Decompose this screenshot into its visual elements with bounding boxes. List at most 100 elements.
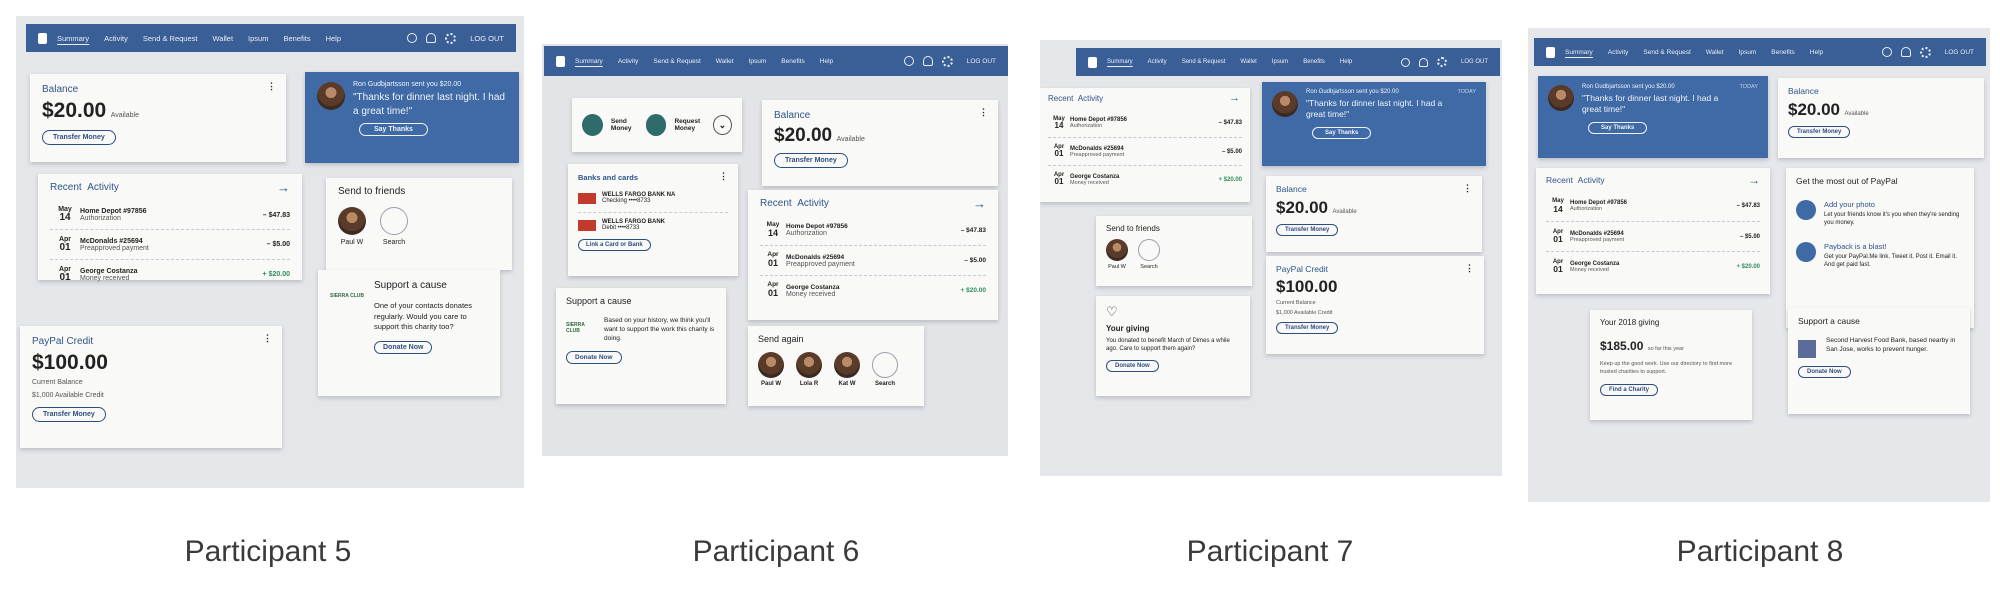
friend-search[interactable]: Search	[872, 352, 898, 387]
nav-send-request[interactable]: Send & Request	[1643, 49, 1690, 56]
gear-icon[interactable]	[1436, 57, 1447, 67]
friend-search[interactable]: Search	[1138, 239, 1160, 270]
nav-ipsum[interactable]: Ipsum	[1739, 49, 1757, 56]
nav-benefits[interactable]: Benefits	[1771, 49, 1795, 56]
nav-help[interactable]: Help	[326, 34, 341, 43]
table-row[interactable]: Apr 01 McDonalds #25694 Preapproved paymen…	[760, 245, 986, 275]
logout-link[interactable]: LOG OUT	[1945, 49, 1974, 56]
friend-kat[interactable]: Kat W	[834, 352, 860, 387]
table-row[interactable]: Apr 01 McDonalds #25694 Preapproved paymen…	[50, 229, 290, 259]
send-icon[interactable]	[582, 114, 603, 136]
donate-now-button[interactable]: Donate Now	[374, 340, 433, 354]
nav-send-request[interactable]: Send & Request	[653, 58, 700, 65]
giving-text: You donated to benefit March of Dimes a …	[1106, 338, 1230, 353]
nav-wallet[interactable]: Wallet	[716, 58, 734, 65]
nav-send-request[interactable]: Send & Request	[1182, 59, 1226, 65]
arrow-right-icon[interactable]: →	[1748, 173, 1760, 187]
nav-help[interactable]: Help	[1810, 49, 1823, 56]
recent-activity-card: Recent Activity → May 14 Home Depot #9785…	[748, 190, 998, 320]
more-menu-icon[interactable]: ⋮	[1463, 183, 1472, 194]
nav-activity[interactable]: Activity	[1148, 59, 1167, 65]
nav-summary[interactable]: Summary	[575, 58, 603, 65]
more-menu-icon[interactable]: ⋮	[263, 333, 272, 344]
donate-now-button[interactable]: Donate Now	[566, 351, 622, 365]
find-charity-button[interactable]: Find a Charity	[1600, 384, 1659, 397]
nav-ipsum[interactable]: Ipsum	[749, 58, 767, 65]
gear-icon[interactable]	[941, 55, 953, 67]
gear-icon[interactable]	[445, 32, 457, 44]
logout-link[interactable]: LOG OUT	[470, 34, 504, 43]
more-menu-icon[interactable]: ⋮	[267, 81, 276, 92]
arrow-right-icon[interactable]: →	[277, 180, 290, 195]
nav-activity[interactable]: Activity	[618, 58, 639, 65]
request-money-button[interactable]: Request Money	[674, 118, 704, 132]
logout-link[interactable]: LOG OUT	[1461, 59, 1488, 65]
more-menu-icon[interactable]: ⋮	[979, 107, 988, 118]
tip-heading[interactable]: Add your photo	[1824, 200, 1964, 209]
transfer-money-button[interactable]: Transfer Money	[1788, 126, 1851, 138]
table-row[interactable]: May 14 Home Depot #97856 Authorization – $…	[50, 201, 290, 229]
transfer-money-button[interactable]: Transfer Money	[774, 153, 848, 168]
nav-summary[interactable]: Summary	[57, 34, 89, 43]
chevron-down-icon[interactable]: ⌄	[712, 115, 732, 135]
more-menu-icon[interactable]: ⋮	[1465, 263, 1474, 274]
transfer-money-button[interactable]: Transfer Money	[32, 407, 106, 422]
table-row[interactable]: May 14 Home Depot #97856 Authorization – $…	[760, 215, 986, 245]
request-icon[interactable]	[645, 114, 667, 136]
nav-send-request[interactable]: Send & Request	[143, 34, 198, 43]
bell-icon[interactable]	[426, 33, 437, 43]
search-icon[interactable]	[1881, 47, 1892, 57]
transfer-money-button[interactable]: Transfer Money	[42, 130, 116, 145]
table-row[interactable]: Apr 01 George Costanza Money received + $2…	[1546, 251, 1760, 281]
link-card-bank-button[interactable]: Link a Card or Bank	[578, 239, 651, 251]
send-money-button[interactable]: Send Money	[611, 118, 638, 132]
say-thanks-button[interactable]: Say Thanks	[1312, 126, 1372, 139]
donate-now-button[interactable]: Donate Now	[1798, 366, 1851, 378]
search-icon[interactable]	[903, 56, 914, 66]
table-row[interactable]: Apr 01 George Costanza Money received + $2…	[760, 275, 986, 305]
logout-link[interactable]: LOG OUT	[967, 58, 996, 65]
search-icon[interactable]	[1400, 57, 1410, 67]
table-row[interactable]: May 14 Home Depot #97856 Authorization – $…	[1048, 109, 1242, 137]
friend-search[interactable]: Search	[380, 207, 408, 246]
nav-benefits[interactable]: Benefits	[781, 58, 805, 65]
table-row[interactable]: Apr 01 George Costanza Money received + $2…	[50, 259, 290, 289]
nav-summary[interactable]: Summary	[1565, 49, 1593, 56]
transfer-money-button[interactable]: Transfer Money	[1276, 322, 1339, 334]
nav-wallet[interactable]: Wallet	[1240, 59, 1256, 65]
say-thanks-button[interactable]: Say Thanks	[1588, 121, 1648, 134]
friends-title: Send to friends	[1106, 224, 1160, 233]
nav-help[interactable]: Help	[820, 58, 833, 65]
nav-benefits[interactable]: Benefits	[283, 34, 310, 43]
table-row[interactable]: Apr 01 McDonalds #25694 Preapproved paymen…	[1048, 137, 1242, 165]
gear-icon[interactable]	[1919, 46, 1931, 58]
bell-icon[interactable]	[1900, 47, 1911, 57]
nav-wallet[interactable]: Wallet	[1706, 49, 1724, 56]
nav-help[interactable]: Help	[1340, 59, 1352, 65]
transfer-money-button[interactable]: Transfer Money	[1276, 224, 1339, 236]
nav-summary[interactable]: Summary	[1107, 59, 1133, 65]
say-thanks-button[interactable]: Say Thanks	[359, 123, 428, 136]
nav-activity[interactable]: Activity	[104, 34, 128, 43]
nav-ipsum[interactable]: Ipsum	[248, 34, 268, 43]
nav-benefits[interactable]: Benefits	[1303, 59, 1325, 65]
friend-lola[interactable]: Lola R	[796, 352, 822, 387]
friend-paul[interactable]: Paul W	[1106, 239, 1128, 270]
table-row[interactable]: Apr 01 George Costanza Money received + $2…	[1048, 165, 1242, 193]
search-icon[interactable]	[407, 33, 418, 43]
arrow-right-icon[interactable]: →	[973, 196, 986, 211]
tip-heading[interactable]: Payback is a blast!	[1824, 242, 1964, 251]
nav-wallet[interactable]: Wallet	[212, 34, 233, 43]
nav-ipsum[interactable]: Ipsum	[1272, 59, 1288, 65]
avatar	[338, 207, 366, 235]
arrow-right-icon[interactable]: →	[1229, 92, 1240, 104]
friend-paul[interactable]: Paul W	[758, 352, 784, 387]
friend-paul[interactable]: Paul W	[338, 207, 366, 246]
bell-icon[interactable]	[922, 56, 933, 66]
nav-activity[interactable]: Activity	[1608, 49, 1629, 56]
table-row[interactable]: May 14 Home Depot #97856 Authorization – $…	[1546, 191, 1760, 221]
bell-icon[interactable]	[1418, 57, 1428, 67]
table-row[interactable]: Apr 01 McDonalds #25694 Preapproved paymen…	[1546, 221, 1760, 251]
more-menu-icon[interactable]: ⋮	[719, 171, 728, 182]
donate-now-button[interactable]: Donate Now	[1106, 359, 1159, 372]
